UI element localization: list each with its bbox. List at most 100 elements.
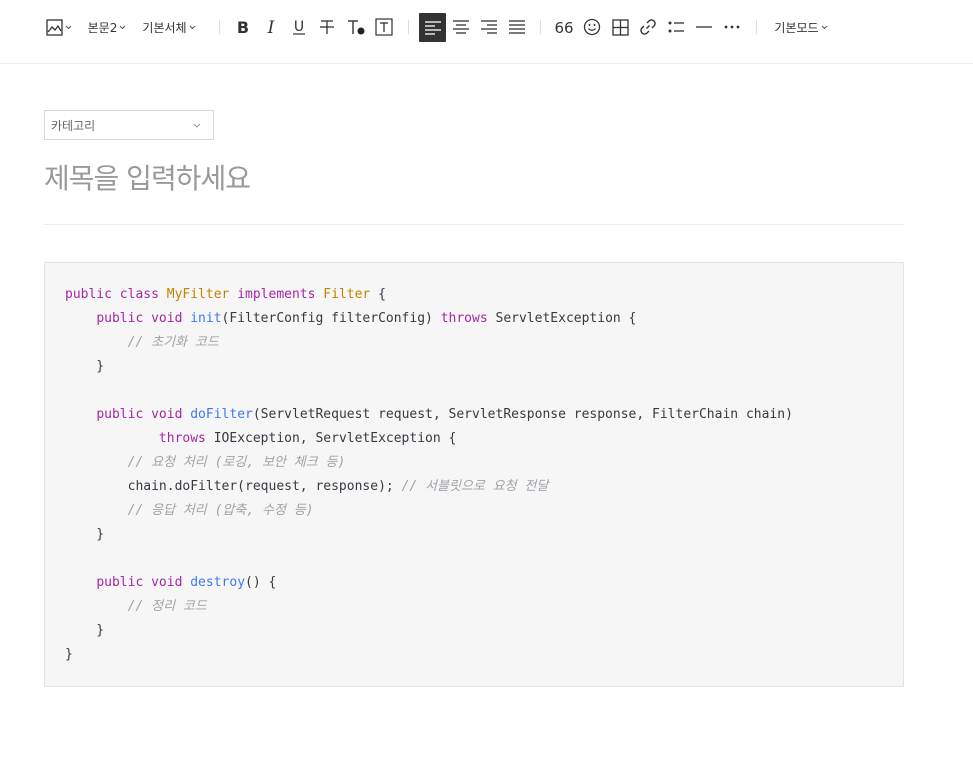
align-left-button[interactable] — [419, 13, 446, 42]
text-background-icon — [375, 18, 393, 36]
list-button[interactable] — [665, 14, 687, 40]
category-select[interactable]: 카테고리 — [44, 110, 214, 140]
toolbar-divider — [756, 20, 757, 34]
more-button[interactable] — [721, 14, 743, 40]
align-center-icon — [453, 20, 469, 34]
chevron-down-icon — [65, 25, 72, 29]
chevron-down-icon — [120, 25, 126, 29]
code-token: } — [65, 623, 105, 638]
font-family-label: 기본서체 — [142, 20, 187, 35]
smiley-icon — [583, 18, 601, 36]
quote-icon: 66 — [555, 19, 573, 35]
code-line: // 정리 코드 — [65, 595, 903, 619]
title-divider — [44, 224, 904, 225]
code-line: // 요청 처리 (로깅, 보안 체크 등) — [65, 451, 903, 475]
title-input[interactable]: 제목을 입력하세요 — [44, 155, 904, 203]
code-token: } — [65, 647, 73, 662]
underline-icon: U — [293, 19, 305, 35]
text-color-button[interactable] — [345, 14, 367, 40]
svg-text:I: I — [267, 18, 275, 36]
code-token: public class — [65, 287, 167, 302]
editor-mode-label: 기본모드 — [774, 20, 819, 35]
code-block[interactable]: public class MyFilter implements Filter … — [44, 262, 904, 687]
chevron-down-icon — [193, 123, 201, 128]
code-line: chain.doFilter(request, response); // 서블… — [65, 475, 903, 499]
bold-icon: B — [237, 18, 249, 36]
horizontal-rule-button[interactable] — [693, 14, 715, 40]
strikethrough-button[interactable] — [317, 14, 337, 40]
code-token: (ServletRequest request, ServletResponse… — [252, 407, 793, 422]
more-icon — [724, 25, 740, 29]
code-token: IOException, ServletException { — [213, 431, 457, 446]
editor-mode-dropdown[interactable]: 기본모드 — [772, 14, 830, 40]
category-select-label: 카테고리 — [51, 118, 96, 133]
table-icon — [611, 18, 629, 36]
code-line: public void init(FilterConfig filterConf… — [65, 307, 903, 331]
code-token: } — [65, 527, 105, 542]
paragraph-style-dropdown[interactable]: 본문2 — [86, 14, 128, 40]
code-token: // 초기화 코드 — [127, 335, 219, 350]
align-justify-button[interactable] — [506, 14, 528, 40]
code-token: // 서블릿으로 요청 전달 — [401, 479, 549, 494]
table-button[interactable] — [609, 14, 631, 40]
code-token: throws — [440, 311, 496, 326]
code-token: { — [378, 287, 386, 302]
underline-button[interactable]: U — [289, 14, 309, 40]
text-color-icon — [348, 20, 365, 35]
code-token: public void — [96, 407, 191, 422]
font-family-dropdown[interactable]: 기본서체 — [140, 14, 198, 40]
code-token: Filter — [323, 287, 379, 302]
toolbar-divider — [219, 20, 220, 34]
text-background-button[interactable] — [374, 14, 394, 40]
italic-button[interactable]: I — [261, 14, 281, 40]
image-icon — [46, 18, 63, 36]
code-token: implements — [237, 287, 324, 302]
code-token: public void — [96, 311, 191, 326]
code-token: public void — [96, 575, 191, 590]
code-token: init — [190, 311, 222, 326]
code-line: } — [65, 355, 903, 379]
strikethrough-icon — [320, 20, 334, 34]
align-center-button[interactable] — [450, 14, 472, 40]
code-token: destroy — [190, 575, 246, 590]
chevron-down-icon — [821, 25, 827, 29]
code-line: // 초기화 코드 — [65, 331, 903, 355]
code-line: } — [65, 643, 903, 667]
toolbar-divider — [540, 20, 541, 34]
code-token: MyFilter — [166, 287, 238, 302]
code-token: } — [65, 359, 105, 374]
code-line: public void destroy() { — [65, 571, 903, 595]
align-right-icon — [481, 20, 497, 34]
insert-image-button[interactable] — [44, 14, 74, 40]
editor-toolbar: 본문2 기본서체 B I U 66 기본모드 — [0, 0, 973, 64]
link-icon — [640, 19, 656, 35]
align-left-icon — [424, 20, 441, 35]
code-line: throws IOException, ServletException { — [65, 427, 903, 451]
align-right-button[interactable] — [478, 14, 500, 40]
link-button[interactable] — [637, 14, 659, 40]
code-token: doFilter — [190, 407, 253, 422]
svg-text:B: B — [237, 18, 249, 36]
code-line: } — [65, 523, 903, 547]
code-token: throws — [158, 431, 214, 446]
code-token: ServletException { — [495, 311, 637, 326]
svg-text:66: 66 — [555, 19, 573, 35]
code-token: () { — [245, 575, 277, 590]
emoticon-button[interactable] — [581, 14, 603, 40]
bold-button[interactable]: B — [233, 14, 253, 40]
chevron-down-icon — [189, 25, 195, 29]
svg-text:U: U — [294, 19, 304, 35]
code-line: public void doFilter(ServletRequest requ… — [65, 403, 903, 427]
align-justify-icon — [509, 20, 525, 34]
quote-button[interactable]: 66 — [553, 14, 575, 40]
